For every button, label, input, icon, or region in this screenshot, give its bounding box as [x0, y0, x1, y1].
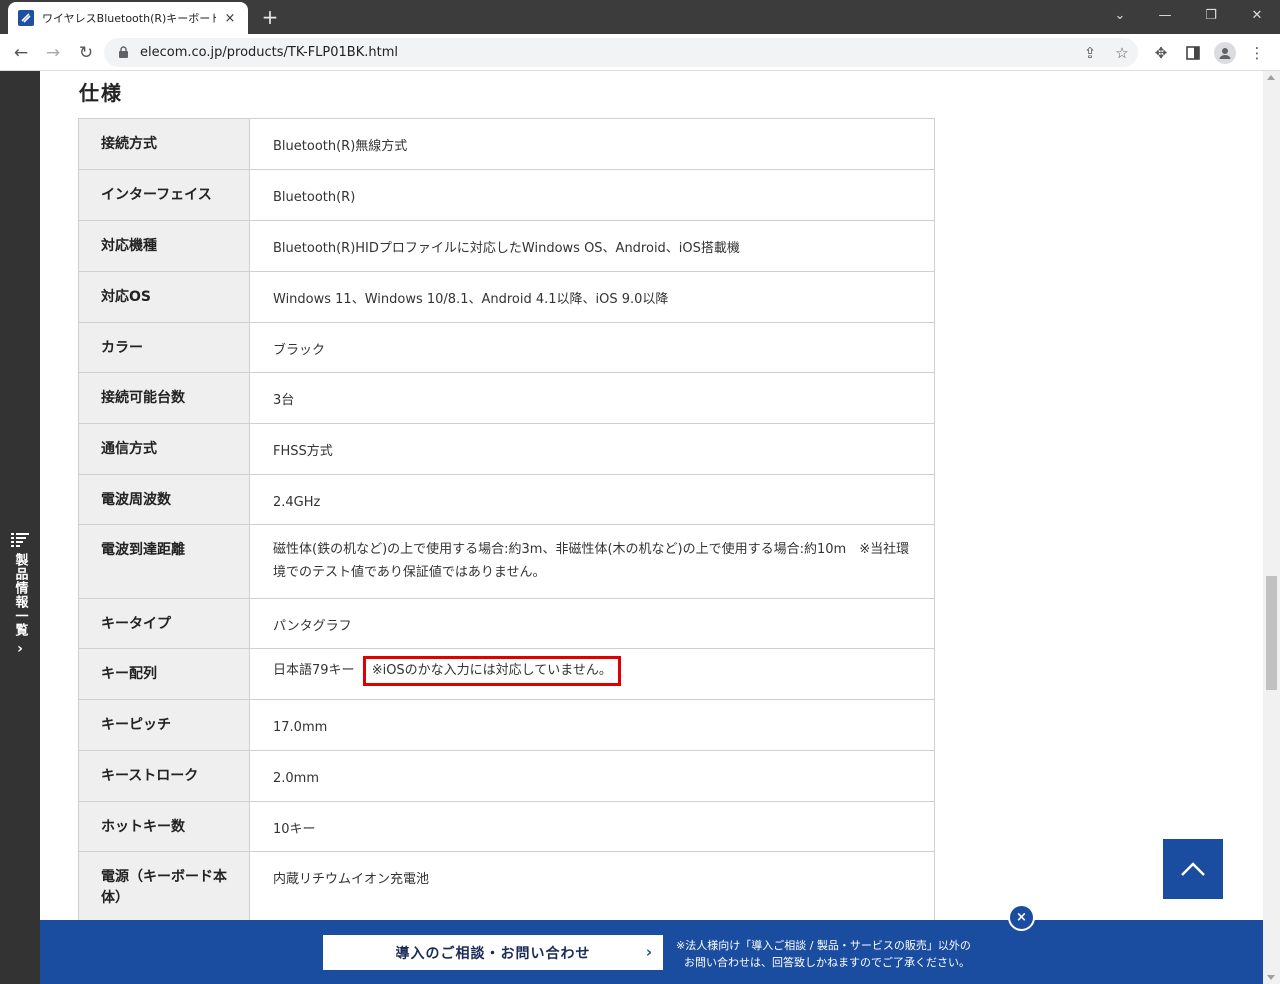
- elecom-favicon-icon: [18, 10, 34, 26]
- key-layout-text: 日本語79キー: [273, 663, 355, 678]
- table-row: キーピッチ 17.0mm: [78, 699, 935, 751]
- table-row: 接続方式 Bluetooth(R)無線方式: [78, 118, 935, 170]
- contact-button[interactable]: 導入のご相談・お問い合わせ ›: [323, 935, 663, 970]
- browser-tab[interactable]: ワイヤレスBluetooth(R)キーボード - TK ×: [8, 2, 248, 34]
- reload-icon[interactable]: ↻: [73, 40, 99, 66]
- back-arrow-icon[interactable]: ←: [8, 40, 34, 66]
- url-text: elecom.co.jp/products/TK-FLP01BK.html: [140, 45, 398, 60]
- product-list-label: 製品情報一覧: [12, 553, 28, 637]
- spec-key: キー配列: [78, 648, 250, 700]
- table-row: 電波到達距離 磁性体(鉄の机など)の上で使用する場合:約3m、非磁性体(木の机な…: [78, 524, 935, 599]
- spec-key: インターフェイス: [78, 169, 250, 221]
- chevron-up-icon: [1181, 862, 1205, 876]
- table-row: 接続可能台数 3台: [78, 372, 935, 424]
- table-row: カラー ブラック: [78, 322, 935, 373]
- back-to-top-button[interactable]: [1163, 839, 1223, 899]
- spec-key: カラー: [78, 322, 250, 373]
- corporate-note-line2: お問い合わせは、回答致しかねますのでご了承ください。: [684, 956, 970, 969]
- list-icon: [11, 533, 29, 547]
- ios-kana-note-highlight: ※iOSのかな入力には対応していません。: [362, 656, 621, 686]
- scroll-down-arrow-icon[interactable]: [1267, 975, 1275, 980]
- banner-close-icon[interactable]: ×: [1008, 904, 1035, 931]
- spec-key: 接続方式: [78, 118, 250, 170]
- minimize-button[interactable]: —: [1142, 0, 1188, 30]
- spec-value: 17.0mm: [249, 699, 935, 751]
- spec-key: キーストローク: [78, 750, 250, 802]
- tab-close-icon[interactable]: ×: [222, 10, 238, 26]
- spec-key: 対応機種: [78, 220, 250, 272]
- spec-value: 2.4GHz: [249, 474, 935, 525]
- spec-value: ブラック: [249, 322, 935, 373]
- spec-key: 接続可能台数: [78, 372, 250, 424]
- spec-value: Windows 11、Windows 10/8.1、Android 4.1以降、…: [249, 271, 935, 323]
- lock-icon: [118, 46, 130, 60]
- address-bar[interactable]: elecom.co.jp/products/TK-FLP01BK.html ⇪ …: [104, 38, 1138, 67]
- spec-value: Bluetooth(R): [249, 169, 935, 221]
- spec-value: 2.0mm: [249, 750, 935, 802]
- spec-key: キータイプ: [78, 598, 250, 649]
- table-row: ホットキー数 10キー: [78, 801, 935, 852]
- spec-key: ホットキー数: [78, 801, 250, 852]
- main-content: 仕様 接続方式 Bluetooth(R)無線方式 インターフェイス Blueto…: [40, 71, 1263, 984]
- share-icon[interactable]: ⇪: [1080, 43, 1100, 63]
- table-row: 通信方式 FHSS方式: [78, 423, 935, 475]
- table-row: キーストローク 2.0mm: [78, 750, 935, 802]
- spec-key: キーピッチ: [78, 699, 250, 751]
- tab-title: ワイヤレスBluetooth(R)キーボード - TK: [42, 12, 216, 25]
- browser-tab-bar: ワイヤレスBluetooth(R)キーボード - TK × + ⌄ — ❐ ✕: [0, 0, 1280, 34]
- corporate-note: ※法人様向け「導入ご相談 / 製品・サービスの販売」以外の お問い合わせは、回答…: [676, 937, 971, 971]
- table-row: キー配列 日本語79キー ※iOSのかな入力には対応していません。: [78, 648, 935, 700]
- spec-value: 磁性体(鉄の机など)の上で使用する場合:約3m、非磁性体(木の机など)の上で使用…: [249, 524, 935, 599]
- table-row: キータイプ パンタグラフ: [78, 598, 935, 649]
- close-window-button[interactable]: ✕: [1234, 0, 1280, 30]
- menu-kebab-icon[interactable]: ⋮: [1246, 42, 1268, 64]
- spec-value: FHSS方式: [249, 423, 935, 475]
- bookmark-star-icon[interactable]: ☆: [1112, 43, 1132, 63]
- spec-value: 10キー: [249, 801, 935, 852]
- browser-toolbar: ← → ↻ elecom.co.jp/products/TK-FLP01BK.h…: [0, 34, 1280, 71]
- chevron-right-icon: ›: [645, 943, 653, 961]
- spec-key: 電波到達距離: [78, 524, 250, 599]
- spec-value: 3台: [249, 372, 935, 424]
- contact-banner: 導入のご相談・お問い合わせ › ※法人様向け「導入ご相談 / 製品・サービスの販…: [40, 920, 1263, 984]
- spec-value: Bluetooth(R)HIDプロファイルに対応したWindows OS、And…: [249, 220, 935, 272]
- product-list-tab[interactable]: 製品情報一覧 ›: [0, 533, 40, 663]
- table-row: 対応OS Windows 11、Windows 10/8.1、Android 4…: [78, 271, 935, 323]
- table-row: 対応機種 Bluetooth(R)HIDプロファイルに対応したWindows O…: [78, 220, 935, 272]
- contact-button-label: 導入のご相談・お問い合わせ: [395, 945, 591, 962]
- table-row: 電波周波数 2.4GHz: [78, 474, 935, 525]
- spec-value: パンタグラフ: [249, 598, 935, 649]
- new-tab-button[interactable]: +: [258, 5, 282, 29]
- extensions-puzzle-icon[interactable]: ✥: [1150, 42, 1172, 64]
- side-panel-icon[interactable]: [1182, 42, 1204, 64]
- spec-value: 日本語79キー ※iOSのかな入力には対応していません。: [249, 648, 935, 700]
- spec-key: 通信方式: [78, 423, 250, 475]
- corporate-note-line1: ※法人様向け「導入ご相談 / 製品・サービスの販売」以外の: [676, 939, 971, 952]
- page-scrollbar[interactable]: [1263, 71, 1280, 984]
- spec-value: Bluetooth(R)無線方式: [249, 118, 935, 170]
- forward-arrow-icon[interactable]: →: [40, 40, 66, 66]
- spec-key: 電波周波数: [78, 474, 250, 525]
- spec-key: 対応OS: [78, 271, 250, 323]
- tab-search-chevron-icon[interactable]: ⌄: [1097, 0, 1143, 30]
- spec-table: 接続方式 Bluetooth(R)無線方式 インターフェイス Bluetooth…: [78, 118, 935, 932]
- chevron-right-icon: ›: [17, 641, 23, 657]
- restore-button[interactable]: ❐: [1188, 0, 1234, 30]
- scroll-thumb[interactable]: [1266, 576, 1277, 690]
- left-sidebar: 製品情報一覧 ›: [0, 71, 40, 984]
- scroll-up-arrow-icon[interactable]: [1267, 75, 1275, 80]
- profile-avatar-icon[interactable]: [1214, 42, 1236, 64]
- table-row: インターフェイス Bluetooth(R): [78, 169, 935, 221]
- section-title: 仕様: [79, 81, 123, 105]
